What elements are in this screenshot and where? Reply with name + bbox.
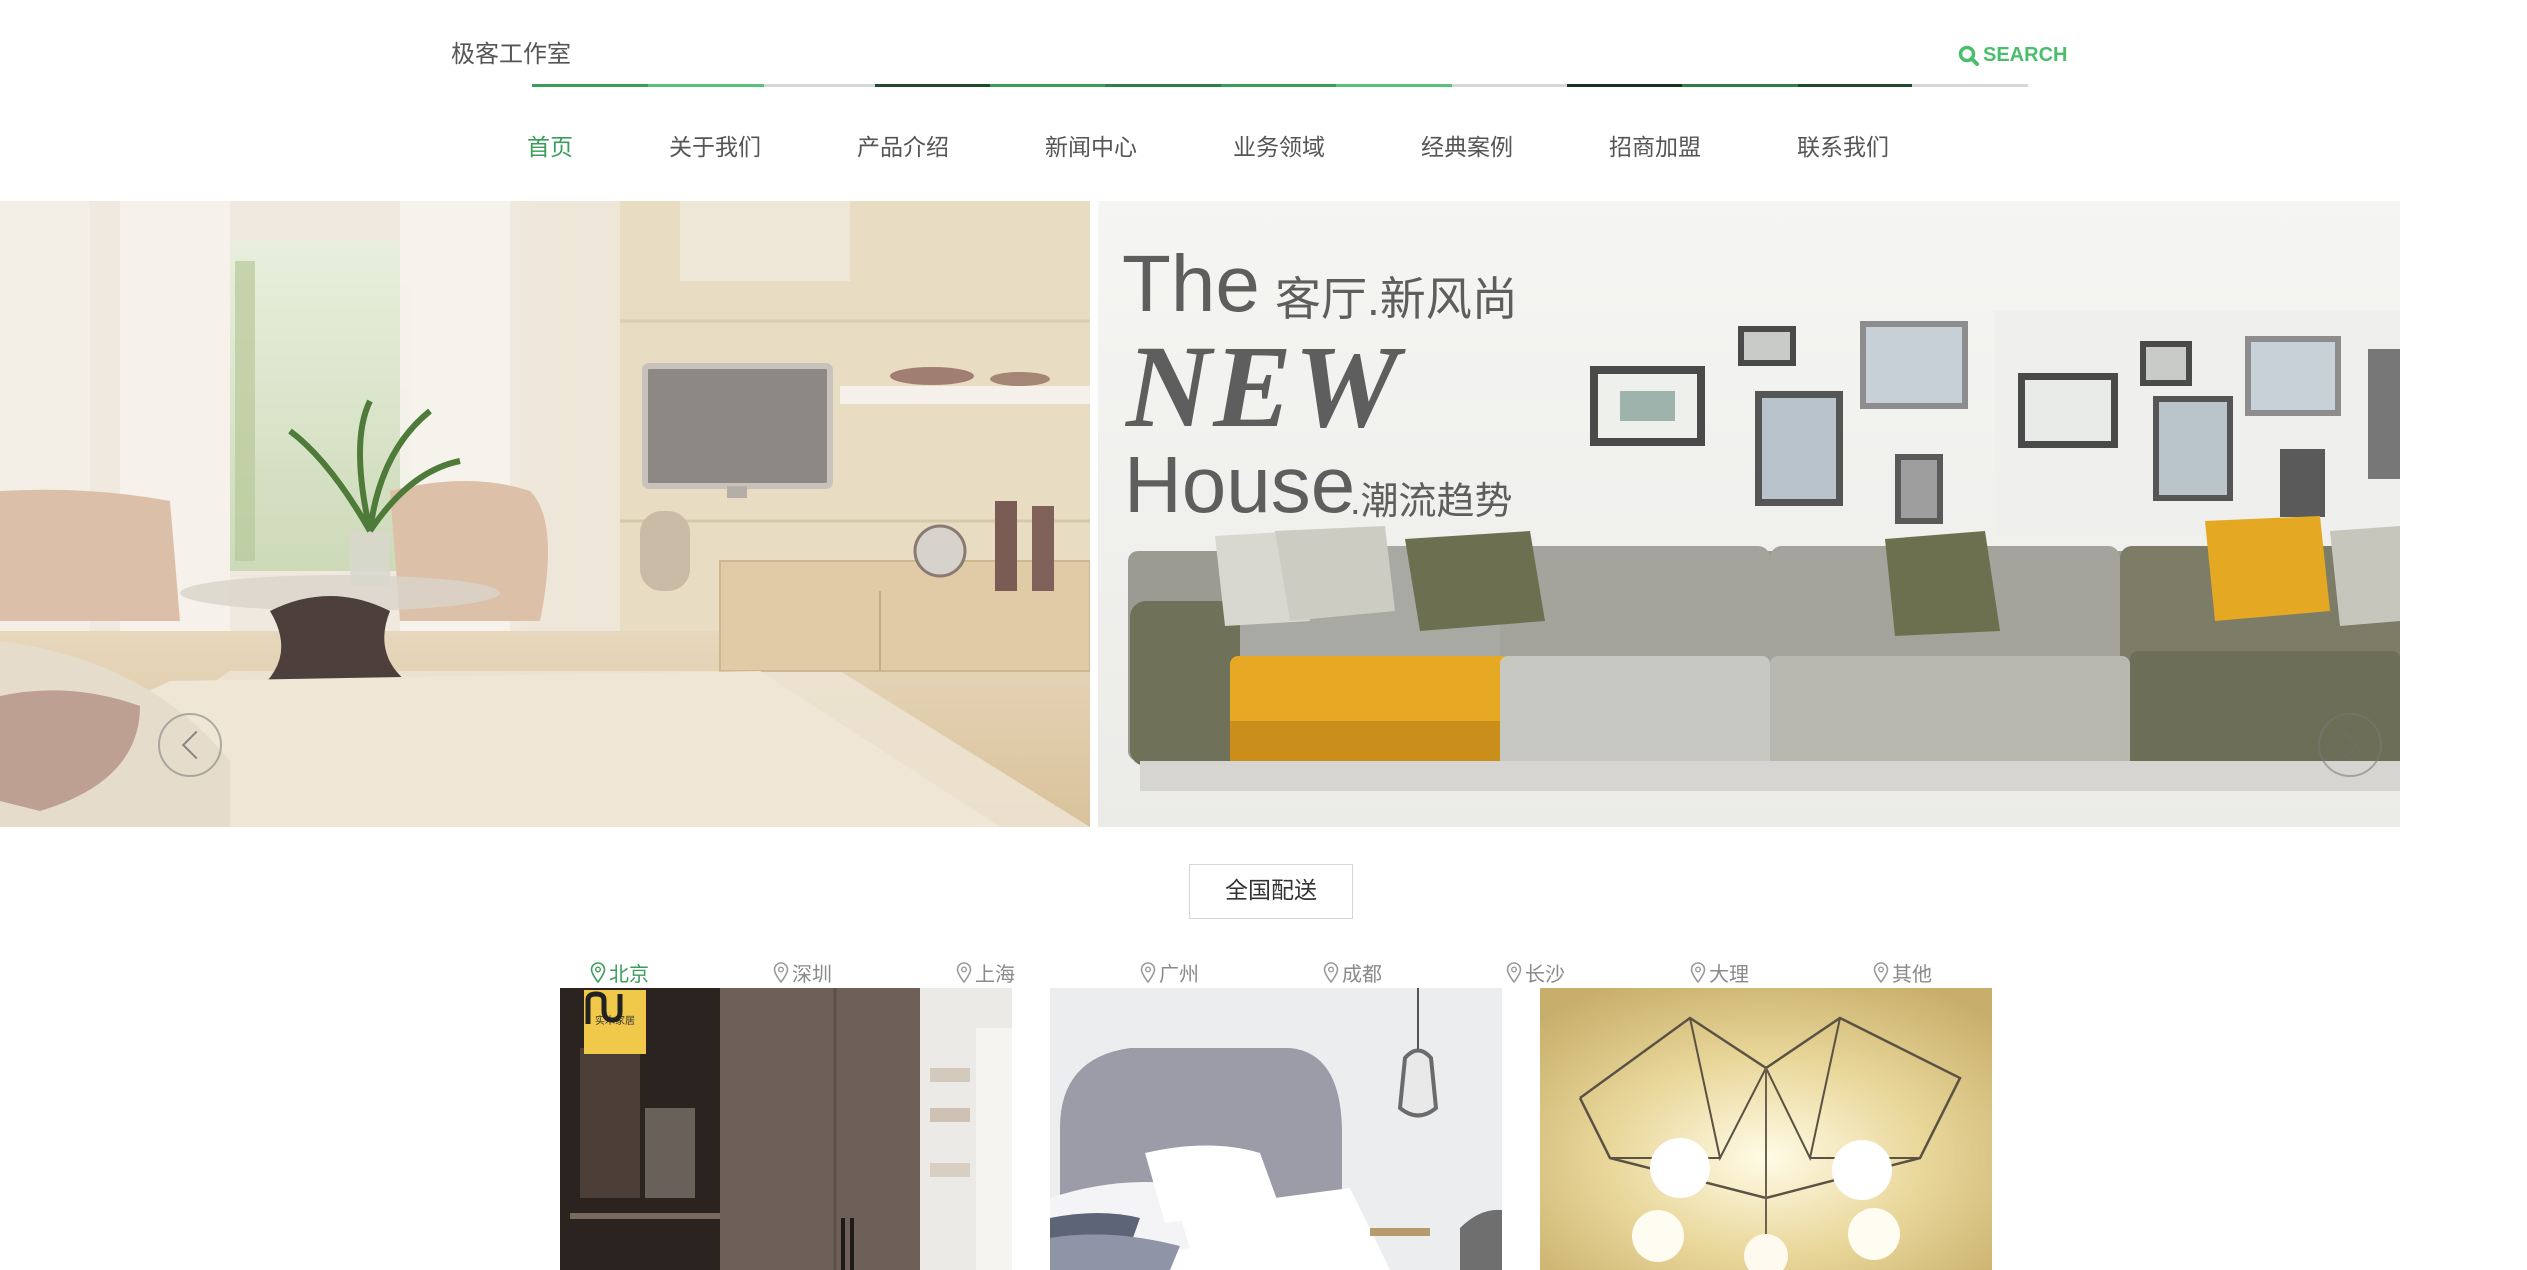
city-tab-other[interactable]: 其他 [1873,958,1932,987]
search-icon [1958,45,1979,66]
city-tab-label: 其他 [1892,962,1932,986]
site-logo[interactable]: 极客工作室 [451,34,571,69]
map-pin-icon [1140,961,1156,983]
nav-item-news[interactable]: 新闻中心 [1011,128,1171,162]
chevron-left-icon [181,730,211,760]
city-tab-guangzhou[interactable]: 广州 [1140,958,1199,987]
city-tab-beijing[interactable]: 北京 [590,958,649,987]
carousel-prev-button[interactable] [158,713,222,777]
city-tab-label: 北京 [609,962,649,986]
header-divider [532,84,2028,87]
brand-badge: 实木家居 [584,990,646,1054]
nav-item-business[interactable]: 业务领域 [1199,128,1359,162]
nav-item-products[interactable]: 产品介绍 [823,128,983,162]
city-tab-label: 大理 [1709,962,1749,986]
map-pin-icon [956,961,972,983]
search-label: SEARCH [1983,44,2068,66]
brand-logo-icon [585,991,623,1024]
product-card-lamp[interactable] [1540,988,1992,1270]
city-tab-changsha[interactable]: 长沙 [1506,958,1565,987]
banner-heading-the: The [1122,239,1260,328]
product-card-bedroom[interactable] [1050,988,1502,1270]
map-pin-icon [1506,961,1522,983]
nationwide-delivery-button[interactable]: 全国配送 [1189,864,1353,919]
nav-item-about[interactable]: 关于我们 [635,128,795,162]
banner-heading-new: NEW [1126,321,1401,452]
banner-heading-house: House [1124,440,1356,529]
bedroom-image [1050,988,1502,1270]
city-tab-label: 长沙 [1525,962,1565,986]
city-tab-shenzhen[interactable]: 深圳 [773,958,832,987]
chevron-right-icon [2329,730,2359,760]
map-pin-icon [590,961,606,983]
map-pin-icon [773,961,789,983]
map-pin-icon [1690,961,1706,983]
hero-banner: The 客厅.新风尚 NEW House .潮流趋势 [0,201,2400,827]
city-tab-dali[interactable]: 大理 [1690,958,1749,987]
search-button[interactable]: SEARCH [1958,44,2067,67]
map-pin-icon [1323,961,1339,983]
nav-item-cases[interactable]: 经典案例 [1387,128,1547,162]
banner-subheading-trend: .潮流趋势 [1350,481,1513,523]
product-cards: 实木家居 [560,988,1992,1270]
main-nav: 首页 关于我们 产品介绍 新闻中心 业务领域 经典案例 招商加盟 联系我们 [500,128,2010,164]
city-tabs: 北京 深圳 上海 广州 成都 长沙 大理 其他 [560,958,1980,986]
product-card-wardrobe[interactable]: 实木家居 [560,988,1012,1270]
map-pin-icon [1873,961,1889,983]
carousel-next-button[interactable] [2318,713,2382,777]
lamp-image [1540,988,1992,1270]
city-tab-chengdu[interactable]: 成都 [1323,958,1382,987]
city-tab-label: 深圳 [792,962,832,986]
city-tab-label: 上海 [975,962,1015,986]
city-tab-shanghai[interactable]: 上海 [956,958,1015,987]
nav-item-contact[interactable]: 联系我们 [1763,128,1923,162]
nav-item-home[interactable]: 首页 [470,128,630,162]
city-tab-label: 成都 [1342,962,1382,986]
nav-item-franchise[interactable]: 招商加盟 [1575,128,1735,162]
city-tab-label: 广州 [1159,962,1199,986]
